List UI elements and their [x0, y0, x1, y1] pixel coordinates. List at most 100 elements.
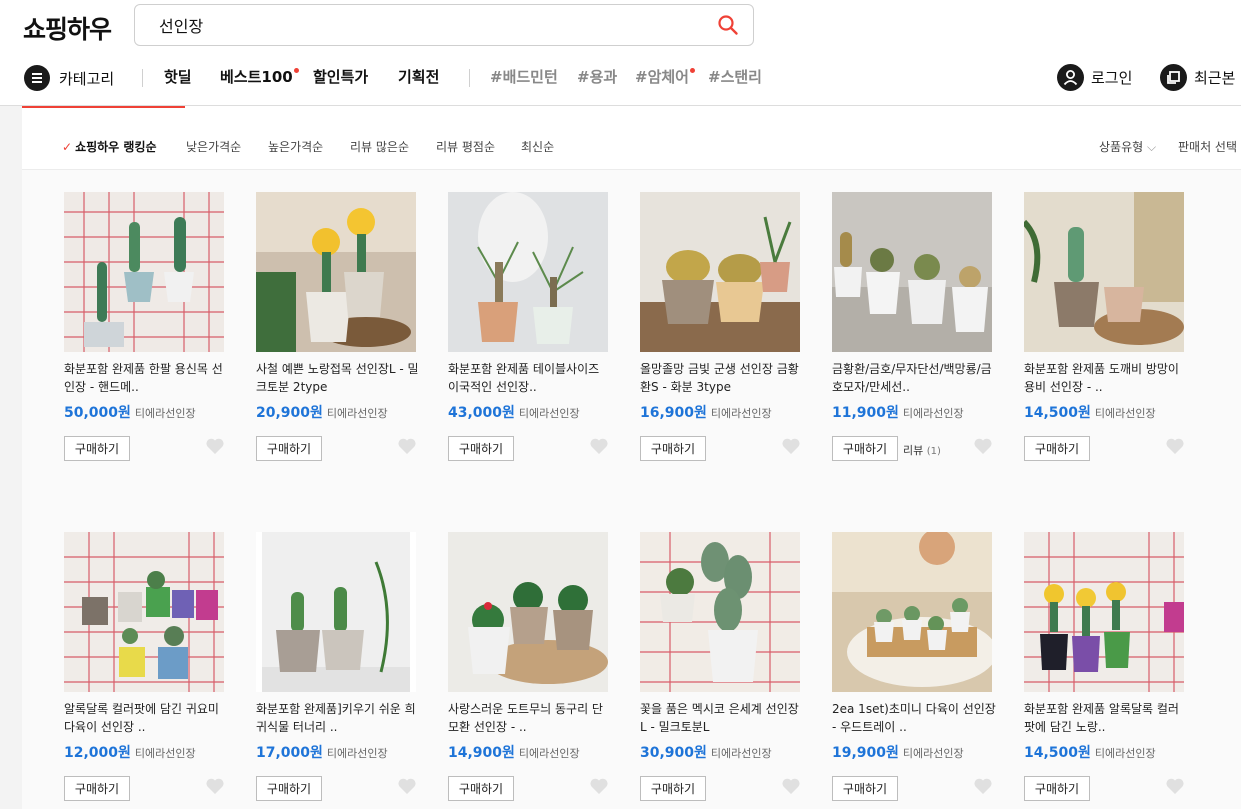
sort-high-price[interactable]: 높은가격순 [268, 138, 323, 155]
price-row: 20,900원 티에라선인장 [256, 402, 388, 422]
heart-icon[interactable] [397, 437, 417, 455]
heart-icon[interactable] [973, 437, 993, 455]
product-title[interactable]: 화분포함 완제품]키우기 쉬운 희귀식물 터너리 .. [256, 700, 421, 736]
buy-button[interactable]: 구매하기 [832, 436, 898, 461]
product-image[interactable] [448, 532, 608, 692]
product-price: 17,000원 [256, 745, 323, 761]
sort-review-rating[interactable]: 리뷰 평점순 [436, 138, 495, 155]
product-title[interactable]: 올망졸망 금빛 군생 선인장 금황환S - 화분 3type [640, 360, 805, 396]
product-seller[interactable]: 티에라선인장 [903, 407, 964, 420]
sort-review-count[interactable]: 리뷰 많은순 [350, 138, 409, 155]
search-box [134, 4, 754, 46]
tag-armchair[interactable]: #암체어 [635, 66, 695, 87]
product-seller[interactable]: 티에라선인장 [519, 407, 580, 420]
review-label: 리뷰 [903, 444, 924, 457]
login-button[interactable]: 로그인 [1057, 64, 1132, 91]
product-image[interactable] [1024, 192, 1184, 352]
product-seller[interactable]: 티에라선인장 [903, 747, 964, 760]
buy-button[interactable]: 구매하기 [1024, 776, 1090, 801]
review-number: (1) [926, 446, 941, 457]
recent-button[interactable]: 최근본 [1160, 64, 1235, 91]
product-image[interactable] [64, 532, 224, 692]
heart-icon[interactable] [205, 437, 225, 455]
tag-badminton[interactable]: #배드민턴 [490, 66, 558, 87]
product-seller[interactable]: 티에라선인장 [327, 747, 388, 760]
product-title[interactable]: 알록달록 컬러팟에 담긴 귀요미 다육이 선인장 .. [64, 700, 229, 736]
product-type-select[interactable]: 상품유형 ⌵ [1099, 138, 1156, 155]
product-title[interactable]: 화분포함 완제품 한팔 용신목 선인장 - 핸드메.. [64, 360, 229, 396]
product-title[interactable]: 화분포함 완제품 테이블사이즈 이국적인 선인장.. [448, 360, 613, 396]
product-image[interactable] [640, 192, 800, 352]
product-seller[interactable]: 티에라선인장 [1095, 747, 1156, 760]
price-row: 17,000원 티에라선인장 [256, 742, 388, 762]
sort-newest[interactable]: 최신순 [521, 138, 554, 155]
buy-button[interactable]: 구매하기 [256, 436, 322, 461]
buy-button[interactable]: 구매하기 [448, 436, 514, 461]
recent-icon [1160, 64, 1187, 91]
new-dot [293, 68, 299, 73]
new-dot [689, 68, 695, 73]
price-row: 11,900원 티에라선인장 [832, 402, 964, 422]
buy-button[interactable]: 구매하기 [256, 776, 322, 801]
heart-icon[interactable] [1165, 777, 1185, 795]
product-image[interactable] [448, 192, 608, 352]
category-button[interactable]: 카테고리 [24, 65, 114, 91]
buy-button[interactable]: 구매하기 [832, 776, 898, 801]
buy-button[interactable]: 구매하기 [640, 776, 706, 801]
buy-button[interactable]: 구매하기 [64, 436, 130, 461]
product-seller[interactable]: 티에라선인장 [711, 747, 772, 760]
product-title[interactable]: 2ea 1set)초미니 다육이 선인장 - 우드트레이 .. [832, 700, 997, 736]
product-image[interactable] [256, 192, 416, 352]
heart-icon[interactable] [589, 777, 609, 795]
price-row: 19,900원 티에라선인장 [832, 742, 964, 762]
main-nav: 카테고리 핫딜 베스트100 할인특가 기획전 #배드민턴 #용과 #암체어 #… [0, 60, 1241, 94]
product-seller[interactable]: 티에라선인장 [711, 407, 772, 420]
product-title[interactable]: 사랑스러운 도트무늬 동구리 단모환 선인장 - .. [448, 700, 613, 736]
product-seller[interactable]: 티에라선인장 [135, 407, 196, 420]
product-image[interactable] [64, 192, 224, 352]
sort-ranking[interactable]: ✓ 쇼핑하우 랭킹순 [62, 138, 157, 155]
product-price: 16,900원 [640, 405, 707, 421]
heart-icon[interactable] [973, 777, 993, 795]
price-row: 30,900원 티에라선인장 [640, 742, 772, 762]
buy-button[interactable]: 구매하기 [1024, 436, 1090, 461]
left-rail [0, 106, 22, 809]
heart-icon[interactable] [397, 777, 417, 795]
product-seller[interactable]: 티에라선인장 [327, 407, 388, 420]
sort-low-price[interactable]: 낮은가격순 [186, 138, 241, 155]
buy-button[interactable]: 구매하기 [640, 436, 706, 461]
search-input[interactable] [159, 14, 699, 36]
nav-best100[interactable]: 베스트100 [220, 66, 299, 87]
product-price: 20,900원 [256, 405, 323, 421]
product-image[interactable] [832, 192, 992, 352]
heart-icon[interactable] [781, 777, 801, 795]
product-title[interactable]: 금황환/금호/무자단선/백망룡/금호모자/만세선.. [832, 360, 997, 396]
buy-button[interactable]: 구매하기 [64, 776, 130, 801]
heart-icon[interactable] [1165, 437, 1185, 455]
product-title[interactable]: 사철 예쁜 노랑접목 선인장L - 밀크토분 2type [256, 360, 421, 396]
product-title[interactable]: 화분포함 완제품 알록달록 컬러팟에 담긴 노랑.. [1024, 700, 1189, 736]
seller-select[interactable]: 판매처 선택 [1178, 138, 1237, 155]
product-seller[interactable]: 티에라선인장 [135, 747, 196, 760]
nav-discount[interactable]: 할인특가 [313, 66, 368, 87]
product-seller[interactable]: 티에라선인장 [1095, 407, 1156, 420]
main-content: ✓ 쇼핑하우 랭킹순 낮은가격순 높은가격순 리뷰 많은순 리뷰 평점순 최신순 … [22, 106, 1241, 809]
product-image[interactable] [1024, 532, 1184, 692]
product-seller[interactable]: 티에라선인장 [519, 747, 580, 760]
nav-hotdeal[interactable]: 핫딜 [164, 66, 192, 87]
review-count[interactable]: 리뷰 (1) [903, 442, 941, 458]
tag-dragonfruit[interactable]: #용과 [577, 66, 617, 87]
product-image[interactable] [640, 532, 800, 692]
heart-icon[interactable] [781, 437, 801, 455]
product-image[interactable] [256, 532, 416, 692]
nav-exhibition[interactable]: 기획전 [398, 66, 439, 87]
heart-icon[interactable] [589, 437, 609, 455]
product-image[interactable] [832, 532, 992, 692]
product-title[interactable]: 꽃을 품은 멕시코 은세계 선인장L - 밀크토분L [640, 700, 805, 736]
heart-icon[interactable] [205, 777, 225, 795]
logo[interactable]: 쇼핑하우 [23, 10, 112, 46]
tag-stanley[interactable]: #스탠리 [708, 66, 762, 87]
buy-button[interactable]: 구매하기 [448, 776, 514, 801]
search-icon[interactable] [717, 14, 739, 36]
product-title[interactable]: 화분포함 완제품 도깨비 방망이 용비 선인장 - .. [1024, 360, 1189, 396]
